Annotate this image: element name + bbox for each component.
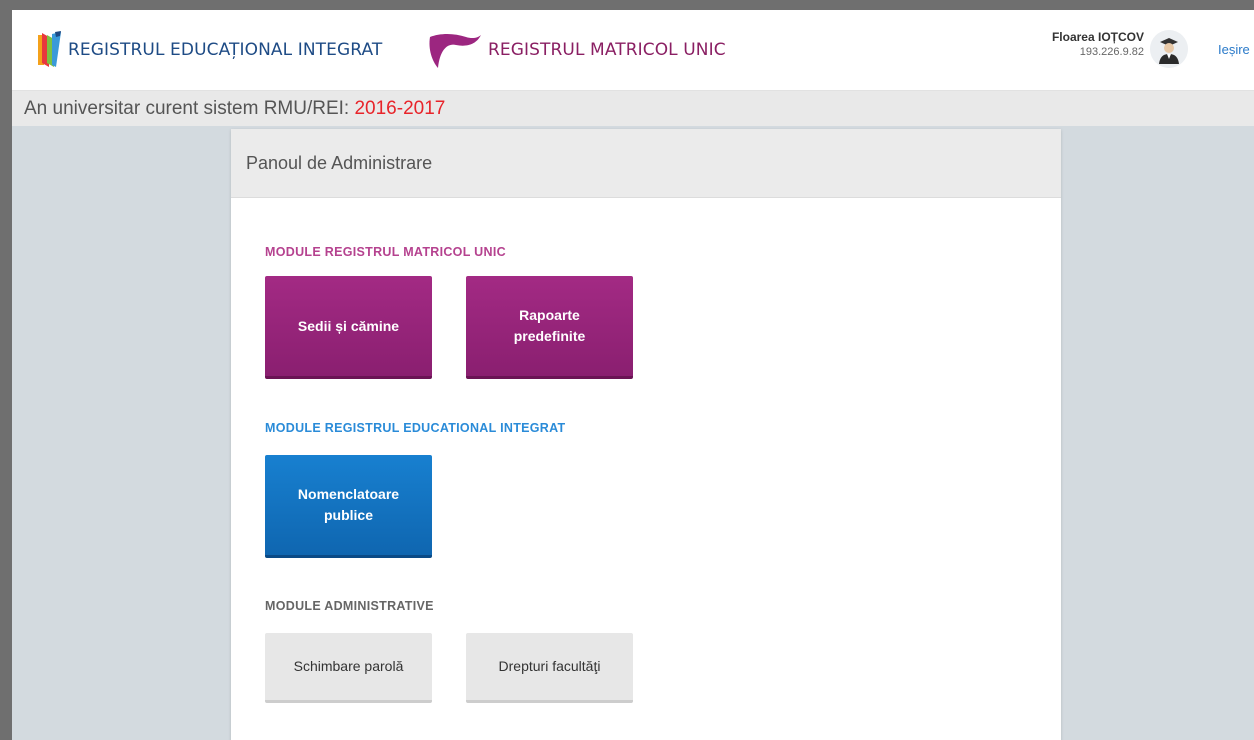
tile-label: Schimbare parolă: [293, 658, 404, 674]
rei-logo-text: REGISTRUL EDUCAȚIONAL INTEGRAT: [68, 40, 383, 60]
app-window: REGISTRUL EDUCAȚIONAL INTEGRAT REGISTRUL…: [12, 10, 1254, 740]
section-title-rei: MODULE REGISTRUL EDUCATIONAL INTEGRAT: [265, 421, 566, 435]
tile-label: Drepturi facultăţi: [498, 658, 601, 674]
section-title-rmu: MODULE REGISTRUL MATRICOL UNIC: [265, 245, 506, 259]
rei-book-icon: [38, 31, 61, 67]
avatar[interactable]: [1150, 30, 1188, 68]
graduate-avatar-icon: [1150, 30, 1188, 68]
tile-nomenclatoare-publice[interactable]: Nomenclatoare publice: [265, 455, 432, 558]
rmu-logo[interactable]: REGISTRUL MATRICOL UNIC: [426, 30, 726, 70]
academic-year-bar: An universitar curent sistem RMU/REI: 20…: [12, 91, 1254, 126]
admin-panel: Panoul de Administrare MODULE REGISTRUL …: [231, 129, 1061, 740]
top-header: REGISTRUL EDUCAȚIONAL INTEGRAT REGISTRUL…: [12, 10, 1254, 91]
tile-schimbare-parola[interactable]: Schimbare parolă: [265, 633, 432, 703]
tile-label: Nomenclatoare publice: [297, 486, 400, 523]
tile-sedii-camine[interactable]: Sedii și cămine: [265, 276, 432, 379]
tile-label: Rapoarte predefinite: [513, 307, 586, 344]
user-info: Floarea IOȚCOV 193.226.9.82: [1052, 30, 1144, 58]
section-title-admin: MODULE ADMINISTRATIVE: [265, 599, 434, 613]
tile-rapoarte-predefinite[interactable]: Rapoarte predefinite: [466, 276, 633, 379]
rei-logo[interactable]: REGISTRUL EDUCAȚIONAL INTEGRAT: [36, 30, 382, 70]
rmu-logo-text: REGISTRUL MATRICOL UNIC: [488, 40, 726, 60]
tile-label: Sedii și cămine: [297, 317, 400, 334]
tile-drepturi-facultati[interactable]: Drepturi facultăţi: [466, 633, 633, 703]
academic-year-label: An universitar curent sistem RMU/REI:: [24, 98, 350, 119]
logout-link[interactable]: Ieșire: [1218, 42, 1250, 57]
user-name: Floarea IOȚCOV: [1051, 30, 1144, 44]
panel-title: Panoul de Administrare: [231, 129, 1061, 198]
rmu-flag-icon: [429, 34, 481, 68]
academic-year-value: 2016-2017: [354, 98, 446, 119]
user-ip: 193.226.9.82: [1079, 46, 1144, 58]
